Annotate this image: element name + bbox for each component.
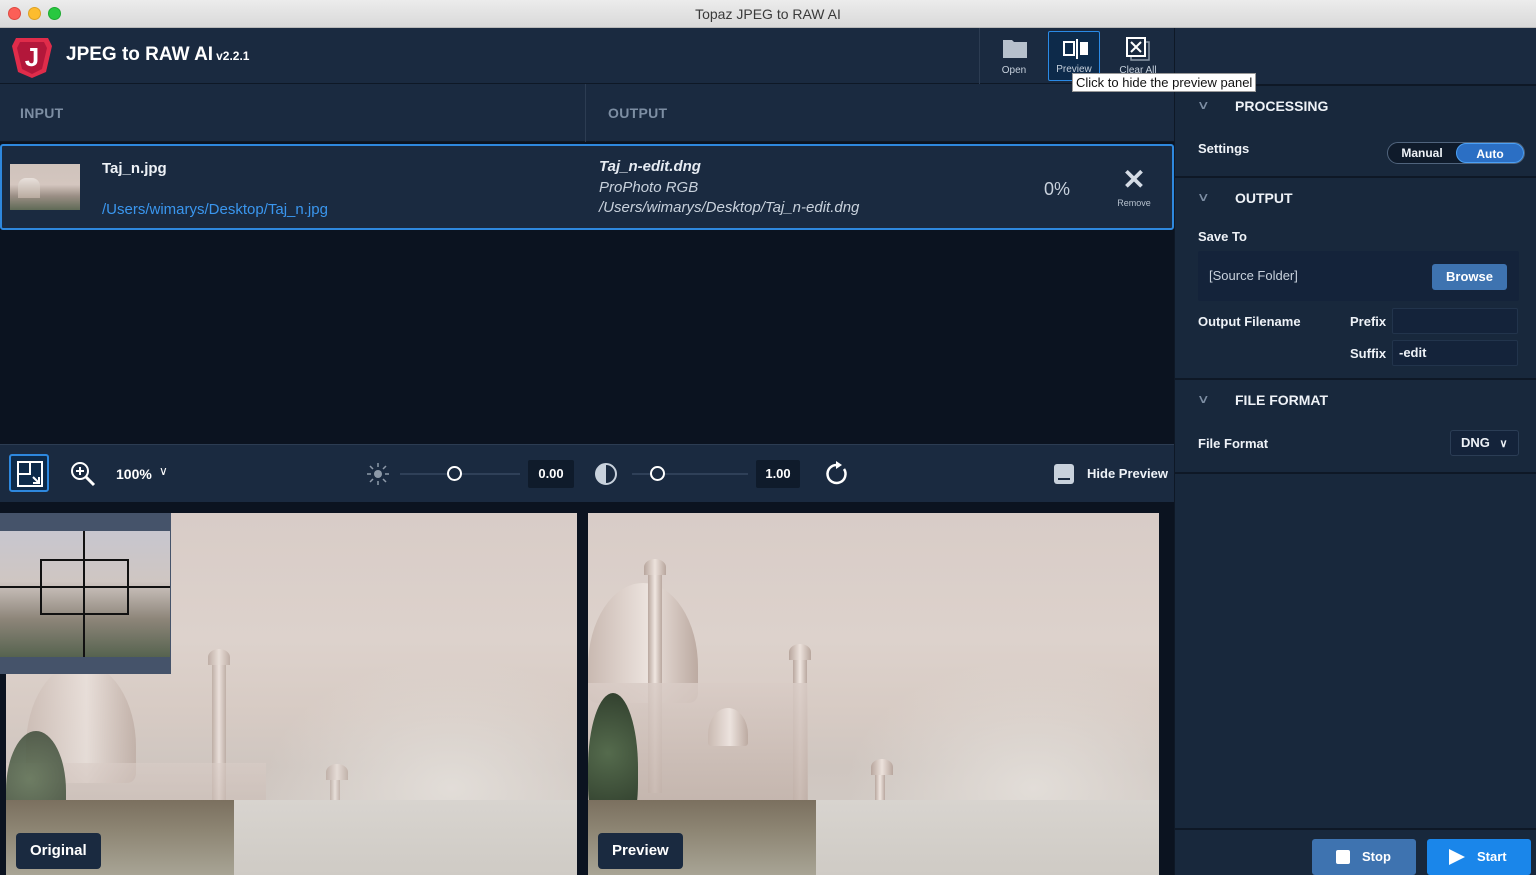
progress-percent: 0% [1044,179,1071,199]
file-list: Taj_n.jpg /Users/wimarys/Desktop/Taj_n.j… [0,142,1174,444]
section-divider [1175,472,1536,474]
preview-label: Preview [598,833,683,869]
remove-x-icon: ✕ [1122,164,1146,195]
save-to-value: [Source Folder] [1209,268,1298,283]
save-to-label: Save To [1198,229,1247,244]
preview-toolbar: 100% ∨ 0.00 1.00 Hide Preview [0,444,1174,502]
contrast-slider-knob[interactable] [650,466,665,481]
save-to-field: [Source Folder] Browse [1198,251,1519,301]
contrast-value[interactable]: 1.00 [756,460,800,488]
open-button[interactable]: Open [988,31,1040,81]
file-format-title: FILE FORMAT [1235,392,1329,408]
exposure-sun-icon [367,463,389,485]
topaz-logo-icon: J [12,38,52,78]
input-path-link[interactable]: /Users/wimarys/Desktop/Taj_n.jpg [102,201,328,218]
split-view-button[interactable] [9,454,49,492]
exposure-slider[interactable] [400,466,520,481]
output-column-header: OUTPUT [608,105,668,121]
hide-preview-icon[interactable] [1054,464,1074,484]
chevron-down-icon: ∨ [1499,438,1508,450]
svg-text:J: J [25,42,39,72]
chevron-down-icon: ∨ [1196,190,1210,204]
navigator-viewport-rect[interactable] [40,559,129,615]
exposure-slider-knob[interactable] [447,466,462,481]
output-filename-label: Output Filename [1198,314,1301,329]
input-filename: Taj_n.jpg [102,160,167,177]
remove-label: Remove [1117,198,1151,208]
manual-option[interactable]: Manual [1388,143,1456,163]
open-label: Open [1001,65,1027,76]
prefix-label: Prefix [1350,314,1387,329]
settings-label: Settings [1198,141,1250,156]
app-header: J JPEG to RAW AI v2.2.1 Open Preview Clea… [0,28,1174,84]
settings-mode-toggle[interactable]: Manual Auto [1387,142,1525,164]
prefix-input[interactable] [1392,308,1518,334]
file-format-label: File Format [1198,436,1269,451]
stop-icon [1336,850,1350,864]
chevron-down-icon: ∨ [1196,98,1210,112]
output-section-header[interactable]: ∨ OUTPUT [1175,176,1536,218]
output-colorspace: ProPhoto RGB [599,179,699,196]
clear-all-icon [1126,37,1150,61]
file-format-section-header[interactable]: ∨ FILE FORMAT [1175,378,1536,420]
file-list-header: INPUT OUTPUT [0,84,1174,142]
start-button[interactable]: Start [1427,839,1531,875]
contrast-icon [595,463,617,485]
contrast-slider[interactable] [632,466,748,481]
hide-preview-button[interactable]: Hide Preview [1087,466,1168,481]
exposure-value[interactable]: 0.00 [528,460,574,488]
reset-icon[interactable] [824,461,850,487]
toolbar-divider [979,28,980,84]
original-label: Original [16,833,101,869]
start-label: Start [1477,849,1507,864]
preview-tooltip: Click to hide the preview panel [1072,73,1257,92]
preview-image [588,513,1159,875]
settings-panel: ∨ PROCESSING Settings Manual Auto ∨ OUTP… [1174,28,1536,875]
folder-icon [1003,40,1027,58]
app-title: JPEG to RAW AI v2.2.1 [66,44,249,66]
window-titlebar: Topaz JPEG to RAW AI [0,0,1536,28]
output-title: OUTPUT [1235,190,1293,206]
split-view-icon [17,461,43,487]
chevron-down-icon[interactable]: ∨ [159,464,168,478]
stop-label: Stop [1362,849,1391,864]
action-bar: Stop Start [1175,828,1536,875]
file-format-select[interactable]: DNG ∨ [1450,430,1519,456]
stop-button[interactable]: Stop [1312,839,1416,875]
file-format-value: DNG [1461,435,1490,450]
split-preview-icon [1063,39,1088,59]
file-thumbnail [10,164,80,210]
output-path: /Users/wimarys/Desktop/Taj_n-edit.dng [599,199,860,216]
output-filename: Taj_n-edit.dng [599,158,701,175]
auto-option[interactable]: Auto [1456,143,1524,163]
chevron-down-icon: ∨ [1196,392,1210,406]
suffix-label: Suffix [1350,346,1387,361]
browse-button[interactable]: Browse [1432,264,1507,290]
app-name-text: JPEG to RAW AI [66,44,214,65]
zoom-in-icon[interactable] [70,461,96,487]
preview-area: Original Preview [0,502,1174,875]
navigator-panel[interactable] [0,513,171,674]
remove-file-button[interactable]: ✕ Remove [1110,166,1158,212]
input-column-header: INPUT [20,105,64,121]
play-icon [1449,849,1465,865]
file-row[interactable]: Taj_n.jpg /Users/wimarys/Desktop/Taj_n.j… [0,144,1174,230]
column-divider [585,84,586,142]
app-version: v2.2.1 [216,49,250,63]
window-title: Topaz JPEG to RAW AI [695,6,841,22]
processing-title: PROCESSING [1235,98,1329,114]
preview-pane[interactable]: Preview [588,513,1159,875]
suffix-input[interactable]: -edit [1392,340,1518,366]
zoom-level[interactable]: 100% [116,466,152,482]
